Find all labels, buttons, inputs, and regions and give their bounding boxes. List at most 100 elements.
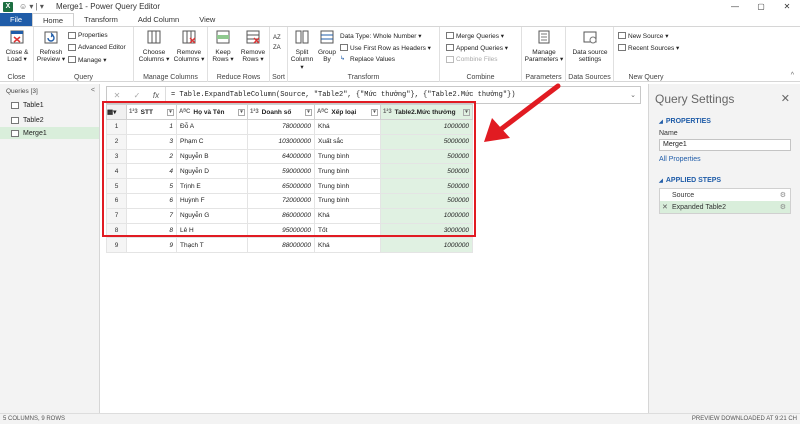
close-load-button[interactable]: Close & Load ▾ bbox=[2, 29, 32, 64]
name-label: Name bbox=[659, 130, 678, 137]
remove-columns-icon bbox=[182, 30, 196, 44]
combine-files-icon bbox=[446, 56, 454, 63]
title-bar: X ☺ ▾ | ▾ Merge1 - Power Query Editor — … bbox=[0, 0, 800, 13]
manage-parameters-button[interactable]: Manage Parameters ▾ bbox=[524, 29, 564, 64]
manage-button[interactable]: Manage ▾ bbox=[68, 55, 107, 64]
replace-icon: ↳ bbox=[340, 56, 346, 62]
choose-columns-button[interactable]: Choose Columns ▾ bbox=[138, 29, 170, 64]
applied-steps-list: Source ⚙ ✕ Expanded Table2 ⚙ bbox=[659, 188, 791, 214]
queries-header: Queries [3] bbox=[6, 88, 38, 95]
all-properties-link[interactable]: All Properties bbox=[659, 156, 701, 163]
reduce-rows-group: Keep Rows ▾ Remove Rows ▾ Reduce Rows bbox=[208, 27, 270, 82]
cell-xep-loai[interactable]: Khá bbox=[314, 237, 381, 254]
gear-icon[interactable]: ⚙ bbox=[780, 191, 786, 199]
query-item-merge1[interactable]: Merge1 bbox=[0, 127, 99, 139]
cell-stt[interactable]: 9 bbox=[126, 237, 177, 254]
replace-values-button[interactable]: ↳ Replace Values bbox=[340, 55, 395, 64]
expand-formula-icon[interactable]: ⌄ bbox=[626, 91, 640, 99]
collapse-queries-icon[interactable]: < bbox=[91, 87, 95, 94]
remove-rows-button[interactable]: Remove Rows ▾ bbox=[238, 29, 268, 64]
close-window-button[interactable]: ✕ bbox=[774, 0, 800, 13]
commit-formula-icon[interactable]: ✓ bbox=[127, 91, 147, 100]
red-arrow-icon bbox=[484, 83, 561, 142]
parameters-icon bbox=[538, 30, 550, 44]
refresh-preview-button[interactable]: Refresh Preview ▾ bbox=[36, 29, 66, 64]
keep-rows-button[interactable]: Keep Rows ▾ bbox=[210, 29, 236, 64]
window-title: Merge1 - Power Query Editor bbox=[55, 2, 160, 11]
sort-group: AZ ZA Sort bbox=[270, 27, 288, 82]
choose-columns-icon bbox=[147, 30, 161, 44]
first-row-icon bbox=[340, 44, 348, 51]
sort-ascending-button[interactable]: AZ ZA bbox=[273, 31, 285, 56]
tab-view[interactable]: View bbox=[189, 13, 225, 26]
close-settings-icon[interactable]: ✕ bbox=[781, 92, 790, 105]
query-name-input[interactable]: Merge1 bbox=[659, 139, 791, 151]
minimize-button[interactable]: — bbox=[722, 0, 748, 13]
new-source-icon bbox=[618, 32, 626, 39]
keep-rows-icon bbox=[216, 30, 230, 44]
properties-button[interactable]: Properties bbox=[68, 31, 108, 40]
step-source[interactable]: Source ⚙ bbox=[660, 189, 790, 201]
combine-label: Combine bbox=[466, 74, 495, 81]
manage-columns-group: Choose Columns ▾ Remove Columns ▾ Manage… bbox=[134, 27, 208, 82]
power-query-editor: X ☺ ▾ | ▾ Merge1 - Power Query Editor — … bbox=[0, 0, 800, 424]
step-expanded-table2[interactable]: ✕ Expanded Table2 ⚙ bbox=[660, 201, 790, 213]
row-number[interactable]: 9 bbox=[106, 237, 127, 254]
group-by-button[interactable]: Group By bbox=[316, 29, 338, 64]
recent-sources-button[interactable]: Recent Sources ▾ bbox=[618, 43, 679, 52]
table-icon bbox=[11, 129, 19, 137]
data-source-icon bbox=[583, 31, 597, 44]
cancel-formula-icon[interactable]: ✕ bbox=[107, 91, 127, 100]
tab-home[interactable]: Home bbox=[32, 13, 75, 26]
properties-section-header[interactable]: ◢ PROPERTIES bbox=[659, 118, 711, 125]
ribbon-tabs: File Home Transform Add Column View bbox=[0, 13, 800, 26]
split-column-icon bbox=[295, 30, 309, 44]
query-item-table2[interactable]: Table2 bbox=[0, 114, 99, 126]
cell-muc-thuong[interactable]: 1000000 bbox=[380, 237, 473, 254]
ribbon: Close & Load ▾ Close Refresh Preview ▾ P… bbox=[0, 26, 800, 82]
delete-step-icon[interactable]: ✕ bbox=[662, 203, 668, 211]
fx-icon[interactable]: fx bbox=[147, 91, 165, 100]
table-icon bbox=[11, 101, 19, 109]
combine-files-button[interactable]: Combine Files bbox=[446, 55, 498, 64]
quick-access-icon[interactable]: ☺ ▾ | ▾ bbox=[19, 2, 44, 11]
cell-name[interactable]: Thạch T bbox=[176, 237, 248, 254]
close-group: Close & Load ▾ Close bbox=[0, 27, 34, 82]
advanced-editor-icon bbox=[68, 44, 76, 51]
highlight-box bbox=[102, 101, 476, 237]
use-first-row-button[interactable]: Use First Row as Headers ▾ bbox=[340, 43, 431, 52]
collapse-ribbon-icon[interactable]: ^ bbox=[791, 72, 794, 79]
close-group-label: Close bbox=[7, 74, 26, 81]
data-source-settings-button[interactable]: Data source settings bbox=[568, 29, 612, 64]
tab-file[interactable]: File bbox=[0, 13, 32, 26]
restore-button[interactable]: ▢ bbox=[748, 0, 774, 13]
query-settings-title: Query Settings bbox=[655, 92, 735, 106]
svg-text:AZ: AZ bbox=[273, 35, 281, 41]
advanced-editor-button[interactable]: Advanced Editor bbox=[68, 43, 126, 52]
sort-icon: AZ ZA bbox=[273, 35, 281, 51]
split-column-button[interactable]: Split Column ▾ bbox=[290, 29, 314, 71]
append-queries-button[interactable]: Append Queries ▾ bbox=[446, 43, 508, 52]
manage-icon bbox=[68, 56, 76, 63]
cell-doanh-so[interactable]: 88000000 bbox=[247, 237, 315, 254]
query-settings-pane: Query Settings ✕ ◢ PROPERTIES Name Merge1… bbox=[648, 84, 800, 413]
merge-icon bbox=[446, 32, 454, 39]
collapse-triangle-icon: ◢ bbox=[659, 118, 663, 125]
merge-queries-button[interactable]: Merge Queries ▾ bbox=[446, 31, 504, 40]
data-sources-label: Data Sources bbox=[568, 74, 611, 81]
recent-sources-icon bbox=[618, 44, 626, 51]
tab-add-column[interactable]: Add Column bbox=[128, 13, 189, 26]
query-item-table1[interactable]: Table1 bbox=[0, 99, 99, 111]
status-bar: 5 COLUMNS, 9 ROWS PREVIEW DOWNLOADED AT … bbox=[0, 413, 800, 424]
excel-icon: X bbox=[3, 1, 13, 12]
new-source-button[interactable]: New Source ▾ bbox=[618, 31, 668, 40]
new-query-group: New Source ▾ Recent Sources ▾ New Query bbox=[614, 27, 679, 82]
append-icon bbox=[446, 44, 454, 51]
transform-group: Split Column ▾ Group By Data Type: Whole… bbox=[288, 27, 440, 82]
gear-icon[interactable]: ⚙ bbox=[780, 203, 786, 211]
tab-transform[interactable]: Transform bbox=[74, 13, 128, 26]
remove-columns-button[interactable]: Remove Columns ▾ bbox=[172, 29, 206, 64]
collapse-triangle-icon: ◢ bbox=[659, 177, 663, 184]
applied-steps-header[interactable]: ◢ APPLIED STEPS bbox=[659, 177, 721, 184]
data-type-button[interactable]: Data Type: Whole Number ▾ bbox=[340, 31, 422, 40]
